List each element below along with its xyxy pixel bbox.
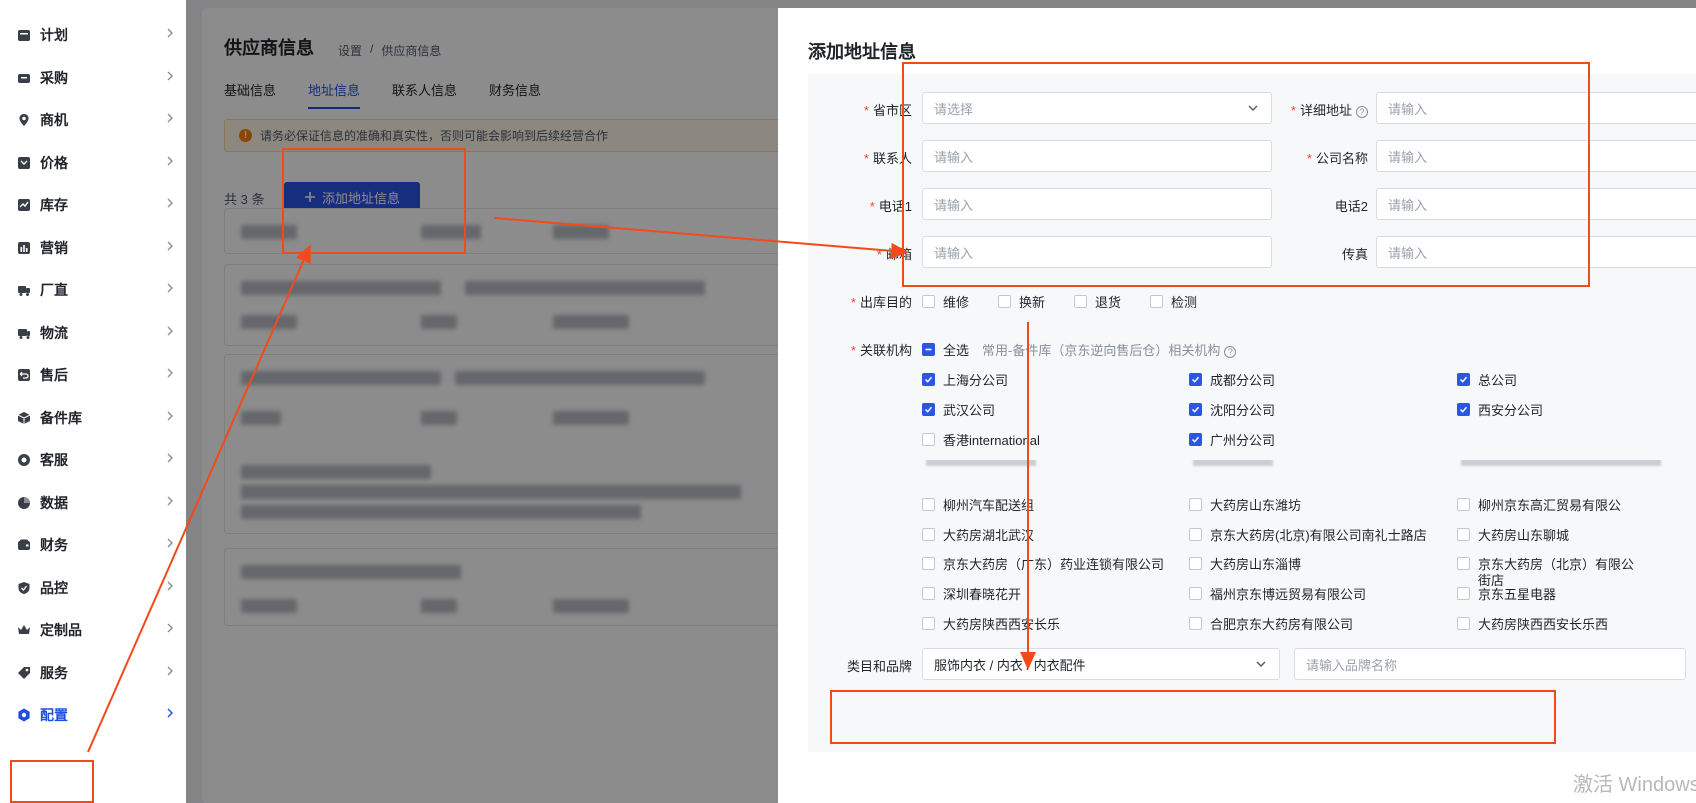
annotation-arrows	[87, 217, 1036, 753]
